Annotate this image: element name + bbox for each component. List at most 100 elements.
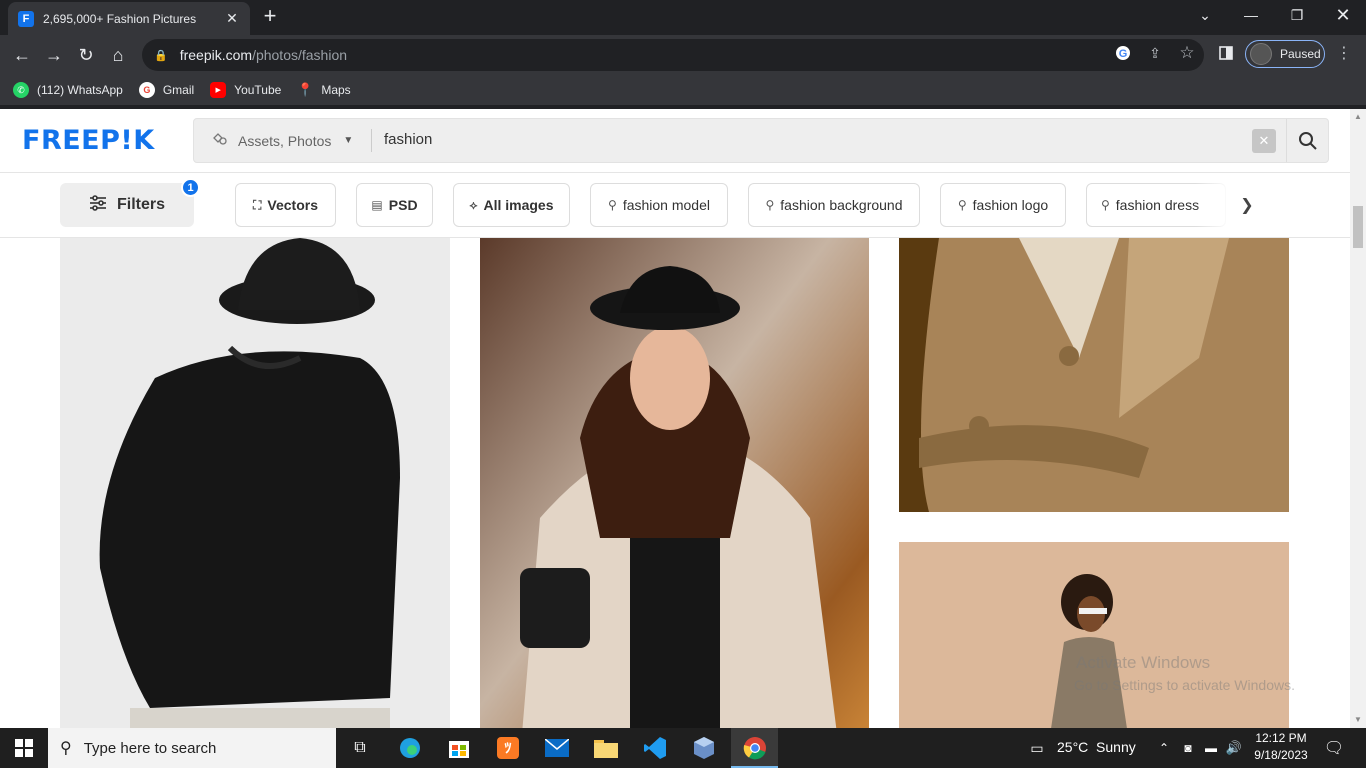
battery-icon[interactable]: ▬	[1200, 732, 1222, 764]
clear-search-button[interactable]: ✕	[1252, 129, 1276, 153]
search-input[interactable]	[384, 131, 1204, 148]
minimize-button[interactable]: —	[1228, 0, 1274, 30]
photo-card[interactable]	[60, 238, 450, 728]
images-icon: ⟡	[469, 197, 478, 212]
xampp-icon[interactable]: ﾂ	[492, 732, 524, 764]
chip-label: fashion dress	[1115, 197, 1200, 213]
page-scrollbar[interactable]: ▲ ▼	[1350, 109, 1366, 728]
virtualbox-icon[interactable]	[688, 732, 720, 764]
edge-icon[interactable]	[394, 732, 426, 764]
vscode-icon[interactable]	[639, 732, 671, 764]
browser-toolbar: ← → ↻ ⌂ 🔒 freepik.com/photos/fashion G ⇪…	[0, 35, 1366, 75]
mail-icon[interactable]	[541, 732, 573, 764]
weather-icon[interactable]: ▭	[1025, 732, 1049, 764]
profile-status: Paused	[1280, 47, 1321, 61]
scrollbar-thumb[interactable]	[1353, 206, 1363, 248]
youtube-icon: ▶	[210, 82, 227, 98]
clock-time: 12:12 PM	[1255, 731, 1307, 745]
windows-logo-icon	[15, 739, 33, 757]
forward-button[interactable]: →	[42, 43, 66, 67]
chip-vectors[interactable]: ⛶ Vectors	[235, 183, 336, 227]
scroll-up-arrow-icon[interactable]: ▲	[1350, 109, 1366, 125]
new-tab-button[interactable]: +	[258, 5, 282, 28]
photo-card[interactable]	[899, 238, 1289, 512]
psd-icon: ▤	[371, 198, 383, 212]
photo-card[interactable]	[899, 542, 1289, 728]
avatar	[1250, 43, 1272, 65]
share-icon[interactable]: ⇪	[1145, 43, 1165, 63]
search-icon: ⚲	[957, 198, 967, 212]
search-icon: ⚲	[765, 198, 775, 212]
bookmark-whatsapp[interactable]: ✆ (112) WhatsApp	[13, 82, 123, 98]
bookmark-youtube[interactable]: ▶ YouTube	[210, 82, 281, 98]
close-window-button[interactable]: ✕	[1320, 0, 1366, 30]
browser-tab-active[interactable]: F 2,695,000+ Fashion Pictures ✕	[8, 2, 250, 35]
photo-black-sweatshirt	[60, 238, 450, 728]
url-path: /photos/fashion	[252, 47, 348, 63]
chevron-right-icon[interactable]: ❯	[1235, 193, 1259, 217]
tab-search-chevron-icon[interactable]: ⌄	[1182, 0, 1228, 30]
close-tab-icon[interactable]: ✕	[224, 10, 240, 27]
back-button[interactable]: ←	[10, 43, 34, 67]
filter-count-badge: 1	[181, 178, 200, 197]
task-view-icon[interactable]: ⧉	[344, 732, 376, 764]
chip-fashion-logo[interactable]: ⚲ fashion logo	[940, 183, 1066, 227]
filters-button[interactable]: Filters	[60, 183, 194, 227]
search-icon: ⚲	[1101, 198, 1110, 212]
scroll-down-arrow-icon[interactable]: ▼	[1350, 712, 1366, 728]
photo-card[interactable]	[480, 238, 869, 728]
search-icon: ⚲	[60, 740, 72, 757]
taskbar-clock[interactable]: 12:12 PM 9/18/2023	[1234, 730, 1328, 764]
tab-title: 2,695,000+ Fashion Pictures	[43, 11, 197, 26]
search-divider	[371, 129, 372, 152]
bookmark-label: Gmail	[162, 83, 195, 97]
photo-beige-coat-closeup	[899, 238, 1289, 512]
menu-kebab-icon[interactable]: ⋮	[1334, 43, 1354, 63]
url-host: freepik.com	[179, 47, 253, 63]
lock-icon[interactable]: 🔒	[154, 49, 168, 62]
site-header: FREEP!K Assets, Photos ▼ ✕	[0, 109, 1350, 173]
profile-button[interactable]: Paused	[1245, 40, 1325, 68]
chevron-up-icon[interactable]: ⌃	[1152, 732, 1176, 764]
home-button[interactable]: ⌂	[106, 43, 130, 67]
browser-tab-strip: F 2,695,000+ Fashion Pictures ✕ + ⌄ — ❐ …	[0, 0, 1366, 35]
filters-label: Filters	[116, 196, 165, 213]
chip-label: All images	[483, 197, 554, 213]
chip-label: fashion logo	[972, 197, 1049, 213]
chip-all-images[interactable]: ⟡ All images	[453, 183, 570, 227]
search-icon	[1299, 131, 1317, 150]
photo-woman-sunglasses	[899, 542, 1289, 728]
file-explorer-icon[interactable]	[590, 732, 622, 764]
microsoft-store-icon[interactable]	[443, 732, 475, 764]
photo-woman-trench-coat	[480, 238, 869, 728]
chevron-down-icon: ▼	[343, 135, 354, 146]
google-lens-icon[interactable]: G	[1113, 43, 1133, 63]
reload-button[interactable]: ↻	[74, 43, 98, 67]
taskbar-search-box[interactable]: ⚲ Type here to search	[48, 728, 336, 768]
start-button[interactable]	[0, 728, 48, 768]
weather-text[interactable]: 25°C Sunny	[1057, 739, 1136, 755]
search-button[interactable]	[1286, 119, 1329, 162]
maps-icon: 📍	[297, 82, 314, 97]
chrome-icon[interactable]	[739, 732, 771, 764]
chip-psd[interactable]: ▤ PSD	[356, 183, 433, 227]
asset-type-dropdown[interactable]: Assets, Photos ▼	[212, 119, 353, 162]
bookmark-star-icon[interactable]: ☆	[1177, 43, 1197, 63]
side-panel-icon[interactable]	[1216, 43, 1236, 63]
bookmark-label: YouTube	[234, 83, 282, 97]
notification-icon[interactable]: 🗨	[1320, 732, 1348, 764]
restore-button[interactable]: ❐	[1274, 0, 1320, 30]
clock-date: 9/18/2023	[1254, 748, 1308, 762]
bookmark-maps[interactable]: 📍 Maps	[297, 82, 350, 98]
search-bar: Assets, Photos ▼ ✕	[193, 118, 1329, 163]
freepik-favicon-icon: F	[18, 10, 34, 27]
chip-fashion-model[interactable]: ⚲ fashion model	[590, 183, 728, 227]
web-page: FREEP!K Assets, Photos ▼ ✕ Filters 1	[0, 109, 1350, 728]
chip-label: fashion background	[780, 197, 903, 213]
freepik-logo[interactable]: FREEP!K	[22, 125, 155, 156]
address-bar[interactable]: 🔒 freepik.com/photos/fashion	[142, 39, 1204, 71]
webcam-icon[interactable]: ◙	[1178, 732, 1198, 764]
bookmarks-bar: ✆ (112) WhatsApp G Gmail ▶ YouTube 📍 Map…	[0, 75, 1366, 105]
chip-fashion-background[interactable]: ⚲ fashion background	[748, 183, 920, 227]
bookmark-gmail[interactable]: G Gmail	[138, 82, 195, 98]
